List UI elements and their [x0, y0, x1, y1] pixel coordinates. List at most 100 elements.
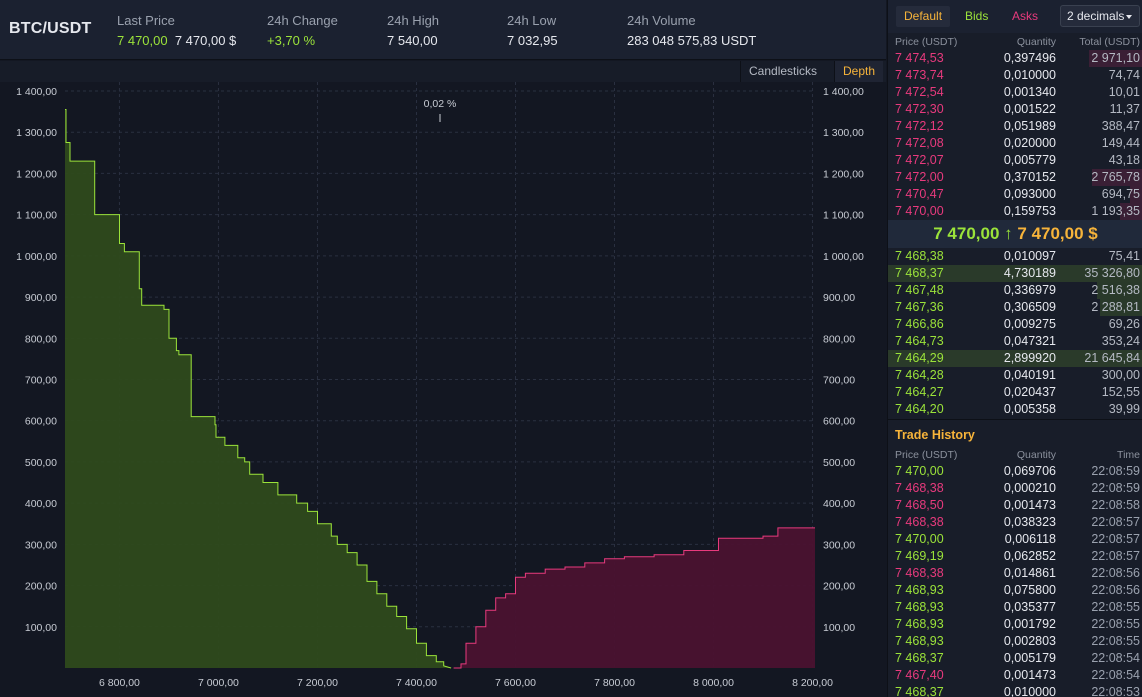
trade-row[interactable]: 7 468,38 0,038323 22:08:57 [888, 514, 1142, 531]
trade-price: 7 468,37 [895, 685, 944, 697]
trade-row[interactable]: 7 468,38 0,014861 22:08:56 [888, 565, 1142, 582]
trade-quantity: 0,005179 [1003, 651, 1056, 665]
ask-row[interactable]: 7 473,74 0,010000 74,74 [888, 67, 1142, 84]
row-total: 694,75 [1101, 187, 1140, 201]
volume-label: 24h Volume [627, 13, 696, 28]
row-quantity: 0,040191 [1003, 368, 1056, 382]
row-total: 2 971,10 [1091, 51, 1140, 65]
volume-stat: 24h Volume 283 048 575,83 USDT [627, 13, 756, 48]
row-price: 7 464,28 [895, 368, 944, 382]
pair-name[interactable]: BTC/USDT [9, 20, 91, 38]
y-tick-label-right: 300,00 [823, 539, 855, 551]
low-value: 7 032,95 [507, 33, 558, 48]
arrow-up-icon: ↑ [1004, 224, 1013, 243]
row-price: 7 472,12 [895, 119, 944, 133]
y-tick-label: 1 200,00 [16, 168, 57, 180]
bid-row[interactable]: 7 467,48 0,336979 2 516,38 [888, 282, 1142, 299]
trade-row[interactable]: 7 468,93 0,075800 22:08:56 [888, 582, 1142, 599]
y-tick-label-right: 600,00 [823, 416, 855, 428]
trade-time: 22:08:53 [1091, 685, 1140, 697]
candlesticks-tab[interactable]: Candlesticks [740, 61, 825, 82]
row-price: 7 467,48 [895, 283, 944, 297]
low-label: 24h Low [507, 13, 557, 28]
trade-time: 22:08:54 [1091, 651, 1140, 665]
y-tick-label: 300,00 [25, 539, 57, 551]
row-price: 7 472,00 [895, 170, 944, 184]
ask-row[interactable]: 7 472,00 0,370152 2 765,78 [888, 169, 1142, 186]
row-total: 69,26 [1108, 317, 1140, 331]
trade-history-header: Price (USDT) Quantity Time [888, 447, 1142, 463]
row-price: 7 464,20 [895, 402, 944, 416]
trade-row[interactable]: 7 469,19 0,062852 22:08:57 [888, 548, 1142, 565]
ask-row[interactable]: 7 470,47 0,093000 694,75 [888, 186, 1142, 203]
trade-quantity: 0,000210 [1003, 481, 1056, 495]
y-tick-label: 1 100,00 [16, 210, 57, 222]
ask-row[interactable]: 7 474,53 0,397496 2 971,10 [888, 50, 1142, 67]
ask-row[interactable]: 7 472,12 0,051989 388,47 [888, 118, 1142, 135]
bid-row[interactable]: 7 468,37 4,730189 35 326,80 [888, 265, 1142, 282]
ask-row[interactable]: 7 472,08 0,020000 149,44 [888, 135, 1142, 152]
low-stat: 24h Low 7 032,95 [507, 13, 558, 48]
trade-quantity: 0,035377 [1003, 600, 1056, 614]
row-quantity: 0,336979 [1003, 283, 1056, 297]
ask-row[interactable]: 7 472,07 0,005779 43,18 [888, 152, 1142, 169]
ask-row[interactable]: 7 472,54 0,001340 10,01 [888, 84, 1142, 101]
row-price: 7 470,00 [895, 204, 944, 218]
trade-price: 7 468,93 [895, 617, 944, 631]
row-price: 7 472,54 [895, 85, 944, 99]
tab-default[interactable]: Default [896, 6, 951, 27]
trade-row[interactable]: 7 468,37 0,010000 22:08:53 [888, 684, 1142, 697]
row-price: 7 467,36 [895, 300, 944, 314]
tab-asks[interactable]: Asks [1004, 6, 1046, 27]
mid-last-price: 7 470,00 [933, 224, 1000, 243]
ask-row[interactable]: 7 470,00 0,159753 1 193,35 [888, 203, 1142, 220]
y-tick-label: 800,00 [25, 333, 57, 345]
row-quantity: 0,093000 [1003, 187, 1056, 201]
bid-row[interactable]: 7 468,38 0,010097 75,41 [888, 248, 1142, 265]
right-panel: Default Bids Asks 2 decimals Price (USDT… [887, 0, 1142, 697]
bid-row[interactable]: 7 467,36 0,306509 2 288,81 [888, 299, 1142, 316]
trade-row[interactable]: 7 468,93 0,035377 22:08:55 [888, 599, 1142, 616]
decimals-select[interactable]: 2 decimals [1060, 5, 1140, 27]
row-quantity: 0,370152 [1003, 170, 1056, 184]
trade-row[interactable]: 7 468,93 0,001792 22:08:55 [888, 616, 1142, 633]
row-total: 35 326,80 [1084, 266, 1140, 280]
trade-time: 22:08:56 [1091, 566, 1140, 580]
trade-row[interactable]: 7 470,00 0,069706 22:08:59 [888, 463, 1142, 480]
trade-row[interactable]: 7 468,93 0,002803 22:08:55 [888, 633, 1142, 650]
row-price: 7 464,27 [895, 385, 944, 399]
ask-row[interactable]: 7 472,30 0,001522 11,37 [888, 101, 1142, 118]
trade-quantity: 0,006118 [1004, 532, 1056, 546]
depth-tab[interactable]: Depth [834, 61, 884, 82]
depth-chart[interactable]: 100,00 100,00 200,00 200,00 300,00 300,00 400,… [0, 82, 886, 697]
row-quantity: 0,397496 [1003, 51, 1056, 65]
bid-row[interactable]: 7 464,28 0,040191 300,00 [888, 367, 1142, 384]
trade-quantity: 0,062852 [1003, 549, 1056, 563]
ticker-bar: BTC/USDT Last Price 7 470,00 7 470,00 $ … [0, 0, 886, 60]
tab-bids[interactable]: Bids [957, 6, 996, 27]
trade-price: 7 468,50 [895, 498, 944, 512]
trade-row[interactable]: 7 470,00 0,006118 22:08:57 [888, 531, 1142, 548]
trade-row[interactable]: 7 468,50 0,001473 22:08:58 [888, 497, 1142, 514]
trade-row[interactable]: 7 467,40 0,001473 22:08:54 [888, 667, 1142, 684]
mid-spread-label: 0,02 % [424, 98, 457, 110]
bid-row[interactable]: 7 464,29 2,899920 21 645,84 [888, 350, 1142, 367]
trade-time: 22:08:57 [1091, 532, 1140, 546]
y-tick-label-right: 400,00 [823, 498, 855, 510]
bid-row[interactable]: 7 464,27 0,020437 152,55 [888, 384, 1142, 401]
bid-row[interactable]: 7 466,86 0,009275 69,26 [888, 316, 1142, 333]
trade-quantity: 0,038323 [1003, 515, 1056, 529]
bid-row[interactable]: 7 464,20 0,005358 39,99 [888, 401, 1142, 418]
depth-chart-svg[interactable]: 100,00 100,00 200,00 200,00 300,00 300,00 400,… [0, 82, 886, 697]
trade-row[interactable]: 7 468,37 0,005179 22:08:54 [888, 650, 1142, 667]
x-tick-label: 7 000,00 [198, 677, 239, 689]
row-quantity: 0,001340 [1003, 85, 1056, 99]
x-tick-label: 7 400,00 [396, 677, 437, 689]
volume-value: 283 048 575,83 USDT [627, 33, 757, 48]
mid-price: 7 470,00 ↑ 7 470,00 $ [888, 220, 1142, 248]
bid-row[interactable]: 7 464,73 0,047321 353,24 [888, 333, 1142, 350]
row-quantity: 0,020000 [1003, 136, 1056, 150]
change-stat: 24h Change +3,70 % [267, 13, 338, 48]
row-price: 7 468,38 [895, 249, 944, 263]
trade-row[interactable]: 7 468,38 0,000210 22:08:59 [888, 480, 1142, 497]
